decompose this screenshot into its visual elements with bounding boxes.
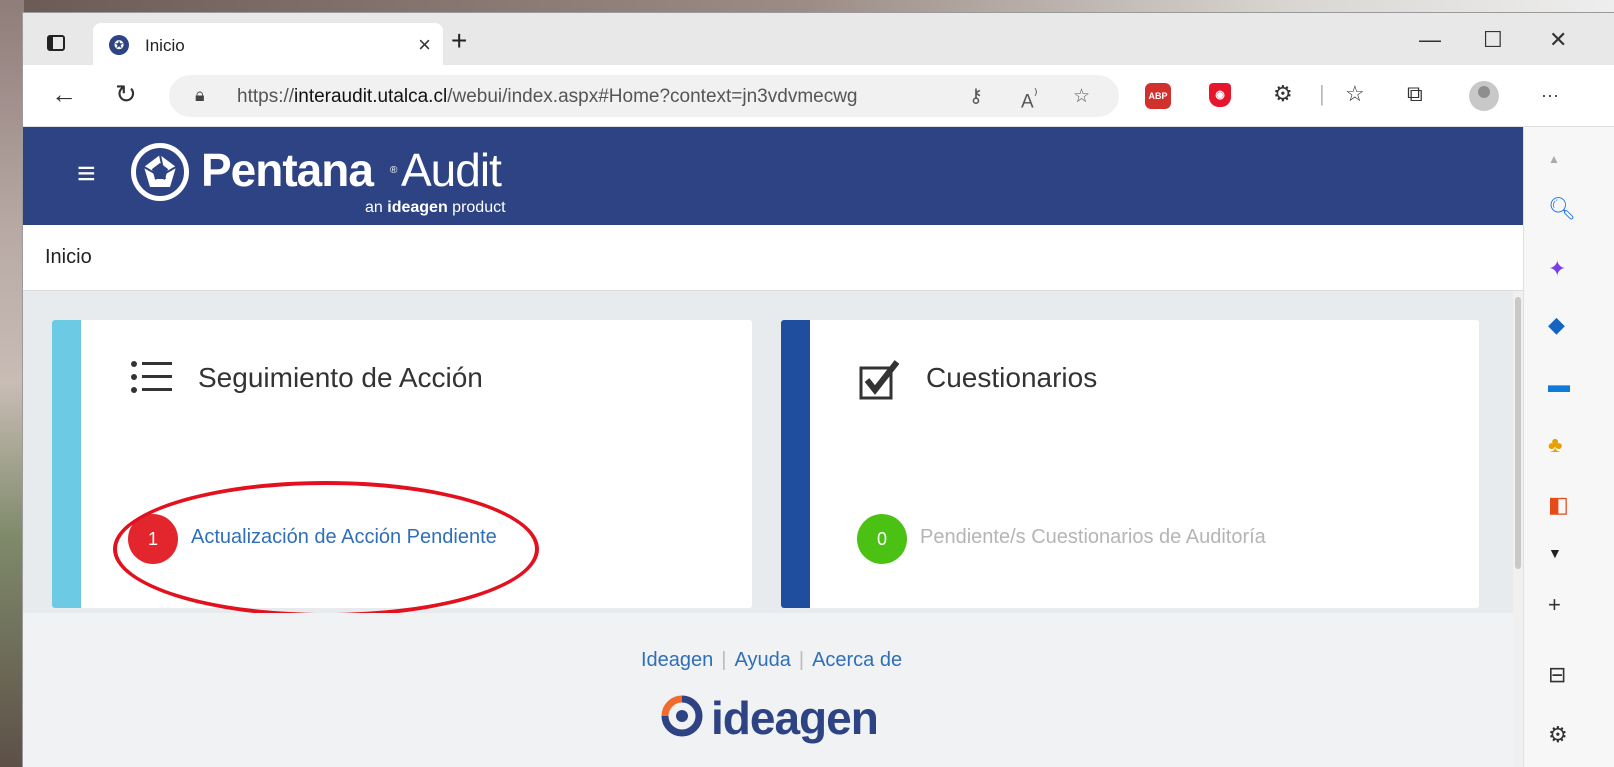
breadcrumb-label: Inicio	[45, 246, 92, 268]
checkbox-icon	[859, 360, 901, 405]
collections-icon[interactable]: ⧉	[1407, 81, 1423, 107]
key-icon[interactable]: ⚷	[969, 85, 983, 108]
footer-separator: |	[798, 649, 805, 671]
footer-link-help[interactable]: Ayuda	[735, 649, 791, 671]
questionnaires-card: Cuestionarios 0 Pendiente/s Cuestionario…	[781, 320, 1479, 608]
brand-product: Audit	[401, 144, 502, 196]
maximize-button[interactable]: ☐	[1483, 27, 1503, 53]
card-title: Cuestionarios	[926, 362, 1098, 393]
ideagen-logo: ideagen	[659, 693, 879, 744]
close-window-button[interactable]: ✕	[1549, 27, 1567, 53]
tab-close-icon[interactable]: ×	[418, 32, 431, 58]
breadcrumb: Inicio	[23, 225, 1523, 291]
pending-questionnaires-link[interactable]: Pendiente/s Cuestionarios de Auditoría	[920, 526, 1266, 549]
sidebar-settings-icon[interactable]: ⚙	[1548, 723, 1568, 747]
lock-icon[interactable]: 🔒︎	[195, 85, 205, 106]
pending-action-update-link[interactable]: Actualización de Acción Pendiente	[191, 526, 497, 549]
tab-actions-icon[interactable]	[47, 35, 65, 51]
copilot-icon[interactable]: ✦	[1548, 257, 1566, 281]
url-text[interactable]: https://interaudit.utalca.cl/webui/index…	[237, 86, 858, 108]
more-menu-icon[interactable]: ···	[1541, 85, 1559, 106]
favicon-icon: ✪	[109, 35, 129, 55]
toolbar-divider: |	[1319, 81, 1325, 106]
footer-links: Ideagen | Ayuda | Acerca de	[641, 649, 902, 672]
address-toolbar: ← ↻ 🔒︎ https://interaudit.utalca.cl/webu…	[23, 65, 1614, 127]
ideagen-logo-text: ideagen	[711, 692, 879, 744]
favorites-icon[interactable]: ☆	[1345, 81, 1365, 107]
desktop-background-left	[0, 0, 24, 767]
pending-count-badge: 1	[128, 514, 178, 564]
sidebar-hide-icon[interactable]: ⊟	[1548, 663, 1566, 687]
brand-tagline: an ideagen product	[365, 199, 506, 216]
search-icon[interactable]: 🔍︎	[1548, 197, 1576, 221]
minimize-button[interactable]: —	[1419, 27, 1441, 53]
card-stripe	[52, 320, 81, 608]
refresh-icon[interactable]: ↻	[115, 81, 137, 107]
app-header: ≡ Pentana ® Audit an ideagen product	[23, 127, 1523, 225]
pentana-logo-icon	[131, 143, 189, 201]
footer-link-about[interactable]: Acerca de	[812, 649, 902, 671]
scroll-thumb[interactable]	[1515, 297, 1521, 569]
browser-window: ✪ Inicio × + — ☐ ✕ ← ↻ 🔒︎ https://intera…	[22, 12, 1614, 767]
back-arrow-icon[interactable]: ←	[51, 81, 77, 107]
ideagen-swirl-icon	[661, 695, 703, 737]
pending-count-badge: 0	[857, 514, 907, 564]
office-icon[interactable]: ◧	[1548, 493, 1569, 517]
profile-avatar[interactable]	[1469, 81, 1499, 111]
tools-icon[interactable]: ▬	[1548, 373, 1570, 397]
footer-separator: |	[721, 649, 727, 671]
address-bar[interactable]: 🔒︎ https://interaudit.utalca.cl/webui/in…	[169, 75, 1119, 117]
desktop-background-top	[0, 0, 1614, 12]
brand-registered: ®	[390, 165, 398, 176]
sidebar-add-icon[interactable]: +	[1548, 593, 1561, 617]
action-tracking-card: Seguimiento de Acción 1 Actualización de…	[52, 320, 752, 608]
tab-bar: ✪ Inicio × + — ☐ ✕	[23, 13, 1614, 65]
extensions-icon[interactable]: ⚙	[1273, 81, 1293, 107]
dashboard-content: Seguimiento de Acción 1 Actualización de…	[23, 291, 1513, 613]
page-scrollbar[interactable]	[1513, 291, 1523, 767]
footer-link-ideagen[interactable]: Ideagen	[641, 649, 713, 671]
sidebar-more-icon[interactable]: ▼	[1548, 541, 1562, 565]
hamburger-menu-icon[interactable]: ≡	[77, 157, 96, 189]
card-stripe	[781, 320, 810, 608]
read-aloud-icon[interactable]: A⁾	[1021, 85, 1038, 113]
edge-sidebar: ▲ 🔍︎ ✦ ◆ ▬ ♣ ◧ ▼ + ⊟ ⚙	[1523, 127, 1614, 767]
footer: Ideagen | Ayuda | Acerca de ideagen	[23, 613, 1513, 767]
shopping-tag-icon[interactable]: ◆	[1548, 313, 1565, 337]
brand-name: Pentana	[201, 144, 374, 196]
sidebar-scroll-up-icon[interactable]: ▲	[1548, 147, 1560, 171]
card-title: Seguimiento de Acción	[198, 362, 483, 393]
adblock-icon[interactable]: ABP	[1145, 83, 1171, 109]
list-icon	[130, 360, 174, 401]
browser-tab[interactable]: ✪ Inicio ×	[93, 23, 443, 65]
add-favorite-icon[interactable]: ☆	[1073, 85, 1090, 108]
ublock-icon[interactable]: ◉	[1209, 83, 1231, 107]
new-tab-button[interactable]: +	[451, 27, 467, 55]
games-icon[interactable]: ♣	[1548, 433, 1562, 457]
tab-title: Inicio	[145, 36, 185, 55]
